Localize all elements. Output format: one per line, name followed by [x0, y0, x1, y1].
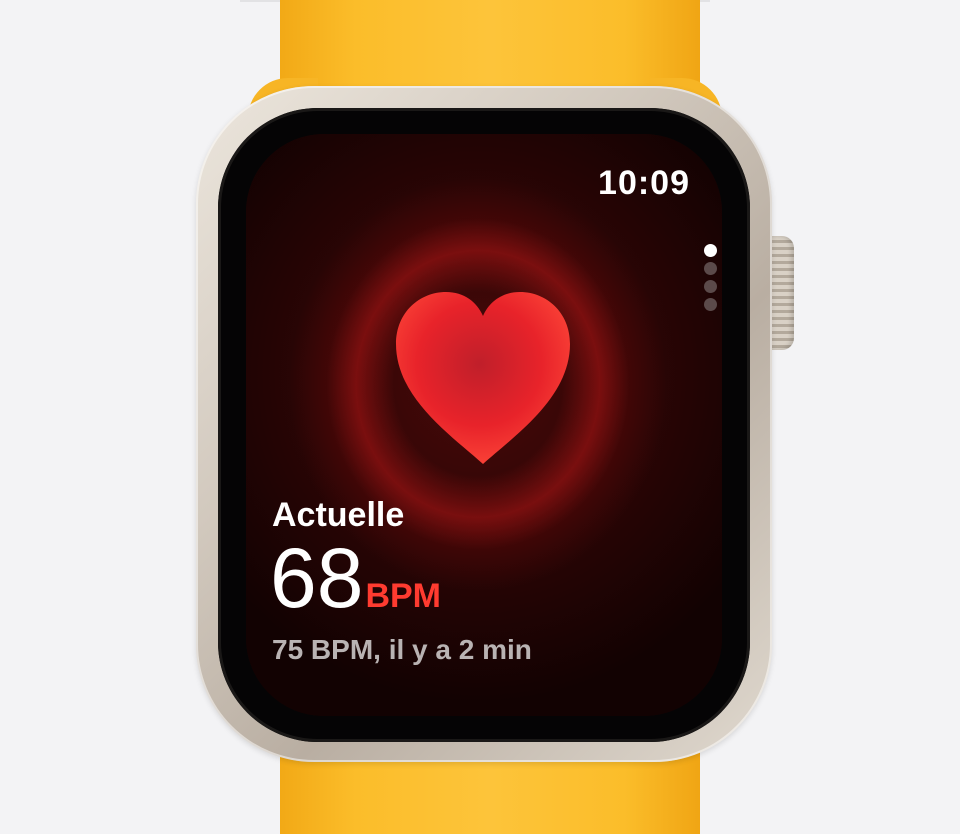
bpm-value: 68: [270, 531, 364, 625]
previous-reading: 75 BPM, il y a 2 min: [272, 634, 532, 665]
page-indicator: [704, 244, 718, 316]
heart-icon: [396, 292, 570, 464]
bpm-unit: BPM: [365, 577, 441, 615]
current-label: Actuelle: [272, 496, 405, 534]
page-dot: [704, 262, 717, 275]
page-dot: [704, 298, 717, 311]
product-stage: 10:09 Actuelle 68BPM 75 BPM, il y a 2 mi…: [0, 0, 960, 834]
page-dot-active: [704, 244, 717, 257]
clock-time: 10:09: [598, 164, 690, 202]
page-dot: [704, 280, 717, 293]
heart-rate-reading: 68BPM: [270, 536, 441, 620]
watch-screen[interactable]: 10:09 Actuelle 68BPM 75 BPM, il y a 2 mi…: [246, 134, 722, 716]
